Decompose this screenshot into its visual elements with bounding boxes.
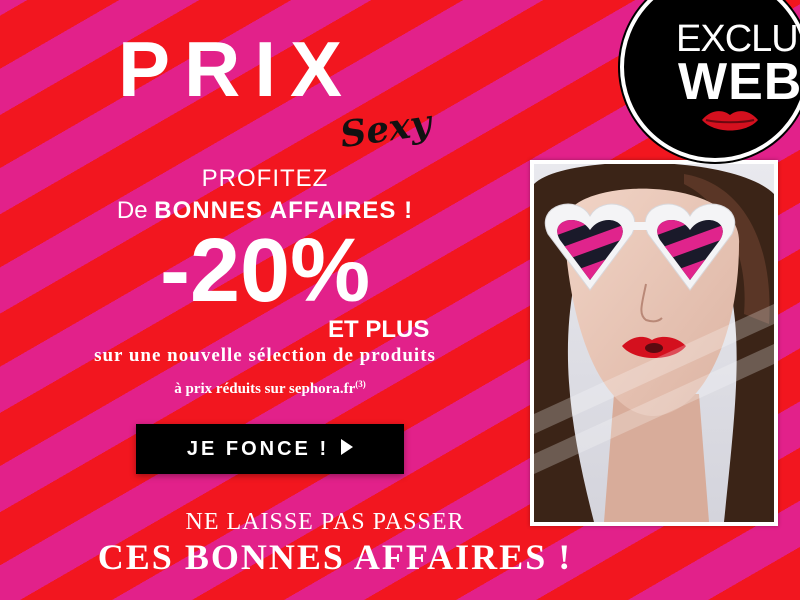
site-text-main: à prix réduits sur sephora.fr [174,381,356,397]
play-arrow-icon [341,438,354,460]
je-fonce-button[interactable]: JE FONCE ! [136,424,404,474]
tagline-line1: NE LAISSE PAS PASSER [185,509,465,535]
footnote-marker: (3) [355,379,366,389]
discount-suffix: ET PLUS [328,316,430,343]
headline-line1: PROFITEZ [201,165,329,192]
site-text: à prix réduits sur sephora.fr(3) [100,379,440,398]
prix-sexy-logo: PRIX Sexy [118,30,458,170]
tagline-line2: CES BONNES AFFAIRES ! [97,537,573,577]
headline-line2-prefix: De [116,197,155,224]
banner[interactable]: PRIX Sexy PROFITEZ De BONNES AFFAIRES ! … [0,0,800,600]
model-photo[interactable] [530,160,778,526]
badge-line2: WEB [678,53,800,111]
discount-value: -20% [160,221,371,321]
logo-main-text: PRIX [118,25,357,113]
headline-line2-bold: BONNES AFFAIRES ! [154,197,414,224]
exclu-web-badge: EXCLU WEB [620,0,800,162]
selection-text: sur une nouvelle sélection de produits [94,345,436,366]
lips-icon [700,108,760,139]
model-photo-image [534,164,774,522]
cta-label: JE FONCE ! [186,437,330,460]
